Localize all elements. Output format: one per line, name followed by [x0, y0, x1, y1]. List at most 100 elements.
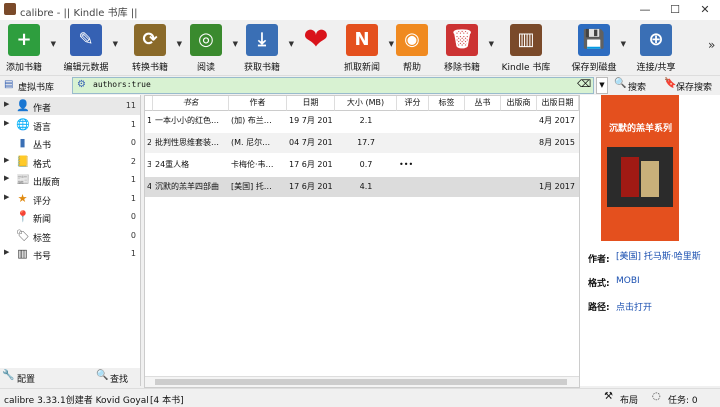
- tag-category-8[interactable]: ▶ ▥ 书号 1: [0, 245, 140, 263]
- expand-arrow-icon[interactable]: ▶: [4, 248, 9, 256]
- dropdown-arrow-icon[interactable]: ▼: [113, 40, 118, 48]
- column-header[interactable]: 评分: [397, 96, 429, 111]
- cell-pubdate: [539, 155, 577, 175]
- tag-category-0[interactable]: ▶ 👤 作者 11: [0, 97, 140, 115]
- dropdown-arrow-icon[interactable]: ▼: [489, 40, 494, 48]
- close-button[interactable]: ✕: [690, 2, 720, 18]
- expand-arrow-icon[interactable]: ▶: [4, 156, 9, 164]
- news-pin-icon: 📍: [16, 210, 30, 223]
- minimize-button[interactable]: —: [630, 2, 660, 18]
- tag-category-6[interactable]: 📍 新闻 0: [0, 208, 140, 226]
- dropdown-arrow-icon[interactable]: ▼: [51, 40, 56, 48]
- cover-title: 沉默的羔羊系列: [609, 124, 673, 134]
- spinner-icon: ◌: [652, 391, 661, 402]
- tag-category-label: 丛书: [33, 141, 52, 151]
- toolbar-button-save[interactable]: 💾 保存到磁盘 ▼: [571, 20, 626, 75]
- tag-category-2[interactable]: ▮ 丛书 0: [0, 134, 140, 152]
- book-cover[interactable]: 沉默的羔羊系列: [601, 95, 679, 241]
- find-button[interactable]: 🔍 查找: [96, 370, 138, 385]
- path-link[interactable]: 点击打开: [616, 300, 652, 313]
- dropdown-arrow-icon[interactable]: ▼: [233, 40, 238, 48]
- book-count: [4 本书]: [150, 396, 184, 406]
- toolbar-button-convert[interactable]: ⟳ 转换书籍 ▼: [128, 20, 182, 75]
- author-link[interactable]: [美国] 托马斯·哈里斯: [616, 252, 716, 263]
- cover-image: [607, 147, 673, 207]
- toolbar-label: 编辑元数据: [63, 63, 109, 73]
- tag-icon: 🏷: [16, 228, 30, 242]
- tag-category-label: 格式: [33, 159, 52, 170]
- toolbar-label: 添加书籍: [5, 63, 42, 73]
- path-label: 路径:: [588, 303, 610, 313]
- dropdown-arrow-icon[interactable]: ▼: [621, 40, 626, 48]
- virtual-library-button[interactable]: ▤ 虚拟书库: [2, 77, 68, 93]
- tag-category-1[interactable]: ▶ 🌐 语言 1: [0, 116, 140, 134]
- column-header[interactable]: 出版日期: [537, 96, 579, 111]
- tag-browser: ▶ 👤 作者 11 ▶ 🌐 语言 1 ▮ 丛书 0 ▶ 📒 格式 2 ▶ 📰 出版商 1 ▶ ★ 评分 1 📍 新闻 0 🏷 标签 0 ▶…: [0, 95, 141, 386]
- column-header[interactable]: 作者: [229, 96, 287, 111]
- tag-category-count: 1: [130, 249, 136, 258]
- tag-category-count: 1: [130, 119, 136, 129]
- table-row[interactable]: 3 24重人格 卡梅伦·韦… 17 6月 2018 0.7 •••: [145, 155, 579, 175]
- search-button[interactable]: 🔍 搜索: [614, 77, 650, 93]
- toolbar-button-network[interactable]: ⊕ 连接/共享: [634, 20, 678, 75]
- horizontal-scrollbar[interactable]: [145, 376, 579, 387]
- tag-category-label: 标签: [33, 233, 52, 244]
- row-number-header[interactable]: [145, 96, 153, 111]
- format-icon: 📒: [16, 154, 30, 168]
- cell-author: [美国] 托…: [231, 182, 272, 191]
- dropdown-arrow-icon[interactable]: ▼: [177, 40, 182, 48]
- gear-icon: ⚙: [77, 79, 86, 90]
- jobs-button[interactable]: ◌ 任务: 0: [652, 391, 718, 406]
- bookmark-icon: 🔖: [664, 78, 677, 89]
- toolbar-button-edit[interactable]: ✎ 编辑元数据 ▼: [63, 20, 118, 75]
- column-header[interactable]: 书名: [153, 96, 229, 111]
- table-row[interactable]: 2 批判性思维套装… (M. 尼尔… 04 7月 2018 17.7 8月 2015: [145, 133, 579, 153]
- toolbar-button-glasses[interactable]: ◎ 阅读 ▼: [184, 20, 238, 75]
- cell-size: 17.7: [357, 138, 375, 147]
- toolbar-label: Kindle 书库: [501, 63, 551, 73]
- cell-title: 一本小小的红色…: [155, 116, 219, 125]
- toolbar-button-download[interactable]: ⤓ 获取书籍 ▼: [240, 20, 294, 75]
- toolbar-button-trash[interactable]: 🗑 移除书籍 ▼: [440, 20, 494, 75]
- toolbar-button-plus[interactable]: + 添加书籍 ▼: [2, 20, 56, 75]
- search-input[interactable]: ⚙ authors:true ⌫: [72, 77, 594, 94]
- download-icon: ⤓: [246, 24, 278, 56]
- column-header[interactable]: 丛书: [465, 96, 501, 111]
- column-header[interactable]: 大小 (MB): [335, 96, 397, 111]
- format-link[interactable]: MOBI: [616, 276, 640, 286]
- barcode-icon: ▥: [17, 247, 28, 260]
- search-history-dropdown[interactable]: ▼: [596, 77, 608, 94]
- tag-category-4[interactable]: ▶ 📰 出版商 1: [0, 171, 140, 189]
- tag-category-3[interactable]: ▶ 📒 格式 2: [0, 153, 140, 171]
- glasses-icon: ◎: [190, 24, 222, 56]
- expand-arrow-icon[interactable]: ▶: [4, 119, 9, 127]
- column-header[interactable]: 日期: [287, 96, 335, 111]
- configure-button[interactable]: 🔧 配置: [2, 370, 52, 385]
- table-row[interactable]: 4 沉默的羔羊四部曲 [美国] 托… 17 6月 2018 4.1 1月 2017: [145, 177, 579, 197]
- column-header[interactable]: 出版商: [501, 96, 537, 111]
- scrollbar-thumb[interactable]: [155, 379, 567, 385]
- toolbar-button-lifebuoy[interactable]: ◉ 帮助: [390, 20, 434, 75]
- expand-arrow-icon[interactable]: ▶: [4, 100, 9, 108]
- toolbar-button-library[interactable]: ▥ Kindle 书库: [502, 20, 550, 75]
- maximize-button[interactable]: ☐: [660, 2, 690, 18]
- cell-size: 2.1: [359, 116, 373, 125]
- tag-category-label: 评分: [33, 196, 52, 207]
- clear-search-icon[interactable]: ⌫: [577, 79, 591, 90]
- save-search-button[interactable]: 🔖 保存搜索: [664, 77, 718, 93]
- cell-date: 04 7月 2018: [289, 138, 333, 147]
- search-query: authors:true: [93, 80, 151, 89]
- convert-icon: ⟳: [134, 24, 166, 56]
- layout-button[interactable]: ⚒ 布局: [604, 391, 644, 406]
- table-row[interactable]: 1 一本小小的红色… (加) 布兰… 19 7月 2018 2.1 4月 2017: [145, 111, 579, 131]
- toolbar-overflow-icon[interactable]: »: [708, 38, 715, 52]
- tag-category-7[interactable]: 🏷 标签 0: [0, 227, 140, 245]
- column-header[interactable]: 标签: [429, 96, 465, 111]
- tag-category-5[interactable]: ▶ ★ 评分 1: [0, 190, 140, 208]
- cell-n: 3: [147, 160, 151, 169]
- expand-arrow-icon[interactable]: ▶: [4, 193, 9, 201]
- configure-label: 配置: [17, 375, 36, 385]
- expand-arrow-icon[interactable]: ▶: [4, 174, 9, 182]
- cell-n: 4: [147, 182, 151, 191]
- toolbar-button-news[interactable]: N 抓取新闻 ▼: [340, 20, 394, 75]
